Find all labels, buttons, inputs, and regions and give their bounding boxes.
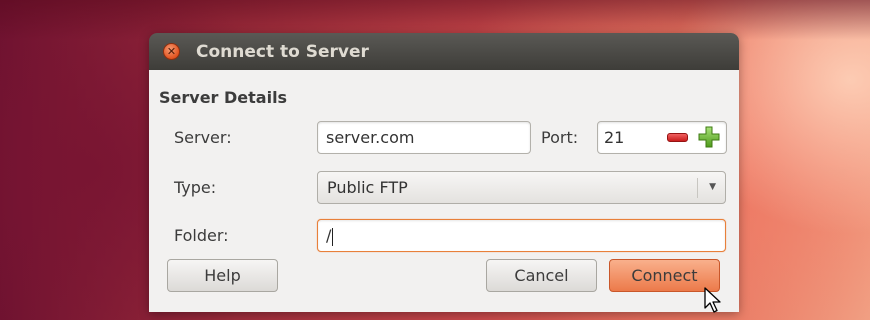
type-selected-value: Public FTP	[327, 178, 408, 197]
help-button[interactable]: Help	[167, 259, 278, 292]
server-label: Server:	[174, 128, 232, 147]
plus-icon[interactable]	[698, 126, 720, 148]
mouse-pointer-icon	[704, 287, 721, 313]
port-value: 21	[604, 128, 625, 147]
port-label: Port:	[541, 128, 579, 147]
server-input[interactable]: server.com	[317, 121, 531, 154]
cancel-button[interactable]: Cancel	[486, 259, 597, 292]
dialog-body: Server Details Server: server.com Port: …	[149, 70, 739, 312]
folder-value: /	[326, 226, 332, 245]
folder-input[interactable]: /	[317, 219, 726, 252]
type-dropdown[interactable]: Public FTP ▼	[317, 171, 726, 204]
desktop-background: ✕ Connect to Server Server Details Serve…	[0, 0, 870, 320]
text-caret	[332, 227, 334, 246]
close-icon[interactable]: ✕	[163, 43, 180, 60]
type-label: Type:	[174, 178, 217, 197]
title-bar[interactable]: ✕ Connect to Server	[149, 33, 739, 70]
minus-icon[interactable]	[667, 133, 688, 142]
connect-to-server-dialog: ✕ Connect to Server Server Details Serve…	[149, 33, 739, 312]
dropdown-separator	[697, 178, 698, 198]
chevron-down-icon[interactable]: ▼	[709, 172, 716, 203]
window-title: Connect to Server	[196, 41, 369, 62]
section-title: Server Details	[159, 88, 288, 107]
folder-label: Folder:	[174, 226, 229, 245]
